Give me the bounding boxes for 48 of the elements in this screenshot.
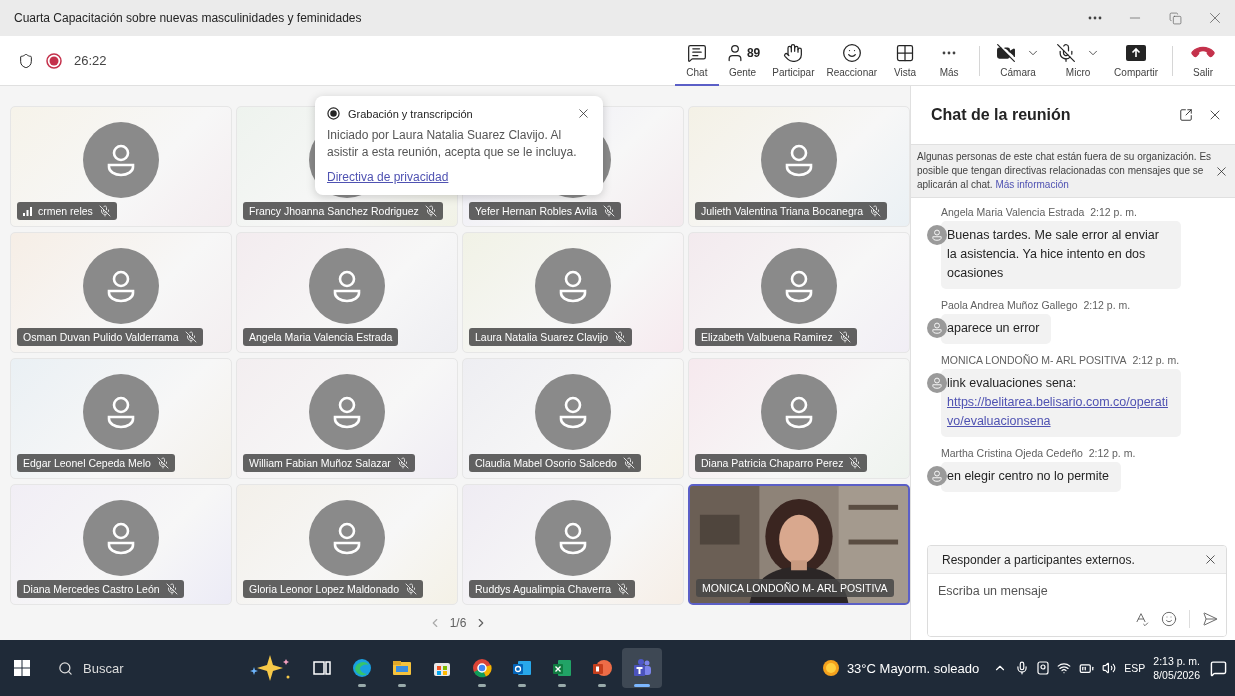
- message-sender: Martha Cristina Ojeda Cedeño 2:12 p. m.: [941, 447, 1137, 459]
- more-info-link[interactable]: Más información: [995, 179, 1069, 190]
- search-field[interactable]: Buscar: [48, 651, 208, 685]
- participant-name: Osman Duvan Pulido Valderrama: [23, 331, 179, 343]
- participant-name: Gloria Leonor Lopez Maldonado: [249, 583, 400, 595]
- share-button[interactable]: Compartir: [1108, 35, 1164, 86]
- more-button[interactable]: Más: [927, 35, 972, 86]
- message-text: en elegir centro no lo permite: [947, 468, 1109, 485]
- notice-text: Iniciado por Laura Natalia Suarez Clavijo. Al asistir a esta reunión, acepta que se le incluya.: [327, 127, 578, 161]
- participant-name: Elizabeth Valbuena Ramirez: [701, 331, 833, 343]
- participant-name: Claudia Mabel Osorio Salcedo: [475, 457, 617, 469]
- mic-button[interactable]: Micro: [1048, 35, 1109, 86]
- camera-button[interactable]: Cámara: [988, 35, 1049, 86]
- participant-name: Yefer Hernan Robles Avila: [475, 205, 597, 217]
- participant-name: crmen reles: [38, 205, 93, 217]
- people-button[interactable]: 89 Gente: [718, 35, 767, 86]
- notice-title: Grabación y transcripción: [348, 107, 474, 120]
- message-sender: MONICA LONDOÑO M- ARL POSITIVA 2:12 p. m.: [941, 354, 1181, 366]
- language-indicator[interactable]: ESP: [1124, 662, 1146, 674]
- notice-text: Algunas personas de este chat están fuera de su organización. Es posible que tengan directivas relacionadas con mensajes que se aplicarán al chat. Más información: [917, 150, 1212, 192]
- view-button[interactable]: Vista: [883, 35, 928, 86]
- leave-button[interactable]: Salir: [1181, 35, 1225, 86]
- window-title: Cuarta Capacitación sobre nuevas masculinidades y feminidades: [14, 11, 363, 25]
- participant-name: Laura Natalia Suarez Clavijo: [475, 331, 609, 343]
- message-sender: Paola Andrea Muñoz Gallego 2:12 p. m.: [941, 299, 1132, 311]
- reply-notice: Responder a participantes externos.: [942, 552, 1136, 567]
- message-sender: Angela Maria Valencia Estrada 2:12 p. m.: [941, 206, 1138, 218]
- participant-name: Diana Patricia Chaparro Perez: [701, 457, 844, 469]
- meeting-timer: 26:22: [74, 53, 107, 68]
- participant-name: Edgar Leonel Cepeda Melo: [23, 457, 151, 469]
- clock[interactable]: 2:13 p. m. 8/05/2026: [1153, 654, 1200, 682]
- chat-title: Chat de la reunión: [931, 106, 1072, 124]
- message-text: aparece un error: [947, 320, 1040, 337]
- participant-name: Diana Mercedes Castro León: [23, 583, 160, 595]
- raise-button[interactable]: Participar: [766, 35, 821, 86]
- react-button[interactable]: Reaccionar: [820, 35, 884, 86]
- participant-name: Ruddys Agualimpia Chaverra: [475, 583, 611, 595]
- participant-name: Julieth Valentina Triana Bocanegra: [701, 205, 864, 217]
- message-text: Buenas tardes. Me sale error al enviar la asistencia. Ya hice intento en dos ocasiones: [947, 227, 1160, 282]
- weather-text: 33°C Mayorm. soleado: [846, 660, 980, 676]
- people-count: 89: [746, 45, 761, 60]
- participant-name: William Fabian Muñoz Salazar: [249, 457, 391, 469]
- participant-name: MONICA LONDOÑO M- ARL POSITIVA: [702, 582, 888, 594]
- message-text: link evaluaciones sena:: [947, 375, 1078, 392]
- page-indicator: 1/6: [449, 616, 467, 630]
- participant-name: Francy Jhoanna Sanchez Rodriguez: [249, 205, 419, 217]
- message-link[interactable]: https://belitarea.belisario.com.co/operativo/evaluacionsena: [947, 393, 1169, 431]
- participant-name: Angela Maria Valencia Estrada: [249, 331, 393, 343]
